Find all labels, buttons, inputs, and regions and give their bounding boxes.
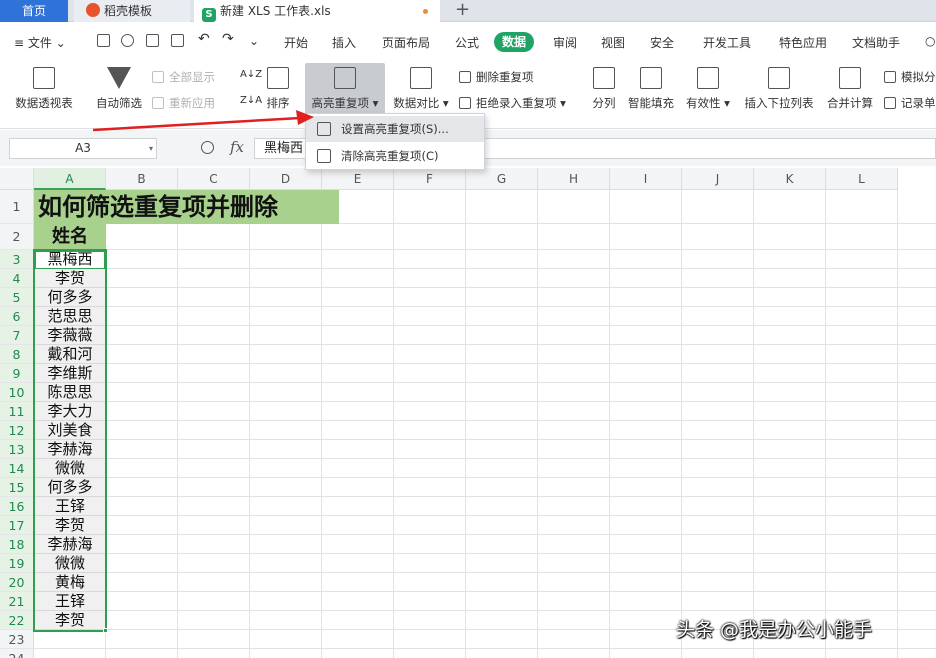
watermark: 头条 @我是办公小能手 xyxy=(676,619,873,641)
red-arrow-annotation xyxy=(92,110,314,132)
